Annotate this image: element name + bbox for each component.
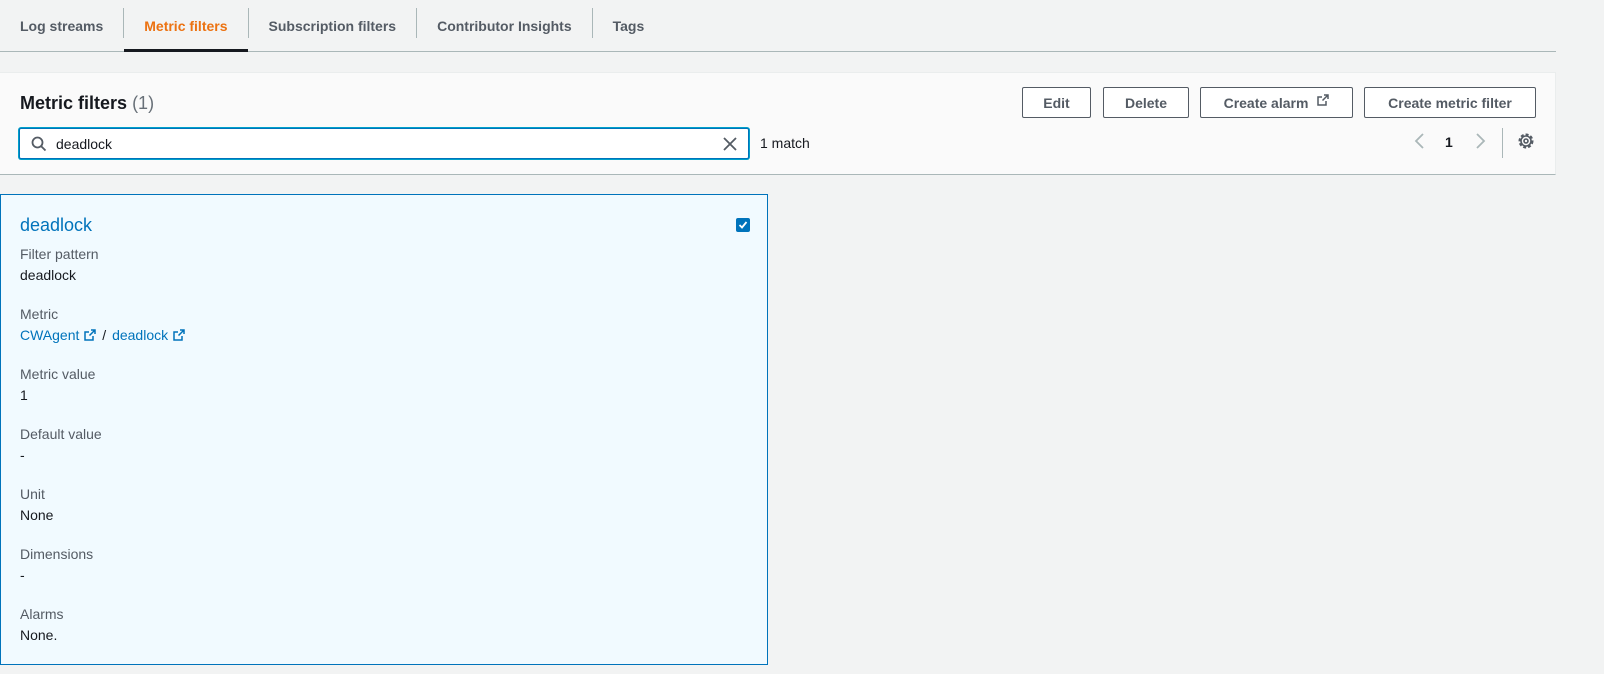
metric-filter-card[interactable]: deadlock Filter pattern deadlock Metric … [0,194,768,665]
metric-filter-name-link[interactable]: deadlock [20,215,92,236]
metric-filters-header: Metric filters (1) Edit Delete Create al… [0,72,1556,175]
search-icon [31,136,47,152]
panel-title-text: Metric filters [20,93,128,113]
metric-value-label: Metric value [20,366,96,382]
metric-field: Metric CWAgent / deadlock [20,305,185,344]
tab-metric-filters[interactable]: Metric filters [124,0,248,52]
dimensions-label: Dimensions [20,546,94,562]
edit-button-label: Edit [1043,94,1070,111]
dimensions-field: Dimensions - [20,545,93,584]
tab-tags[interactable]: Tags [593,0,665,51]
metric-name-text: deadlock [112,327,169,343]
filter-pattern-field: Filter pattern deadlock [20,245,99,284]
chevron-left-icon[interactable] [1413,131,1427,151]
match-count: 1 match [760,135,810,151]
tab-bar: Log streams Metric filters Subscription … [0,0,1556,52]
search-input[interactable] [54,129,694,158]
default-value-field: Default value - [20,425,102,464]
metric-separator: / [102,327,107,343]
metric-value-row: CWAgent / deadlock [20,326,185,344]
metric-namespace-text: CWAgent [20,327,80,343]
filter-pattern-label: Filter pattern [20,246,99,262]
metric-namespace-link[interactable]: CWAgent [20,327,97,343]
default-value-label: Default value [20,426,102,442]
unit-value: None [20,507,54,523]
page-title: Metric filters (1) [20,93,154,114]
metric-label: Metric [20,306,59,322]
gear-icon[interactable] [1516,131,1536,151]
tab-contributor-insights[interactable]: Contributor Insights [417,0,592,51]
dimensions-value: - [20,567,25,583]
create-metric-filter-label: Create metric filter [1388,94,1512,111]
alarms-field: Alarms None. [20,605,64,644]
filter-count: (1) [132,93,155,113]
unit-label: Unit [20,486,45,502]
metric-value-value: 1 [20,387,28,403]
search-field[interactable] [19,128,749,159]
chevron-right-icon[interactable] [1473,131,1487,151]
alarms-value: None. [20,627,58,643]
delete-button-label: Delete [1124,94,1168,111]
default-value-value: - [20,447,25,463]
metric-name-link[interactable]: deadlock [112,327,185,343]
page-number[interactable]: 1 [1445,134,1453,150]
metric-value-field: Metric value 1 [20,365,95,404]
edit-button[interactable]: Edit [1022,87,1091,118]
external-link-icon [84,329,97,341]
create-metric-filter-button[interactable]: Create metric filter [1364,87,1536,118]
external-link-icon [1317,93,1330,106]
checkmark-icon [738,221,748,229]
tab-log-streams[interactable]: Log streams [0,0,123,51]
external-link-icon [173,329,185,341]
alarms-label: Alarms [20,606,64,622]
delete-button[interactable]: Delete [1103,87,1189,118]
card-checkbox[interactable] [736,218,750,232]
create-alarm-button[interactable]: Create alarm [1200,87,1353,118]
unit-field: Unit None [20,485,53,524]
tab-subscription-filters[interactable]: Subscription filters [249,0,417,51]
clear-search-icon[interactable] [722,136,738,152]
filter-pattern-value: deadlock [20,267,77,283]
pager-divider [1502,128,1503,158]
create-alarm-label: Create alarm [1223,94,1309,111]
